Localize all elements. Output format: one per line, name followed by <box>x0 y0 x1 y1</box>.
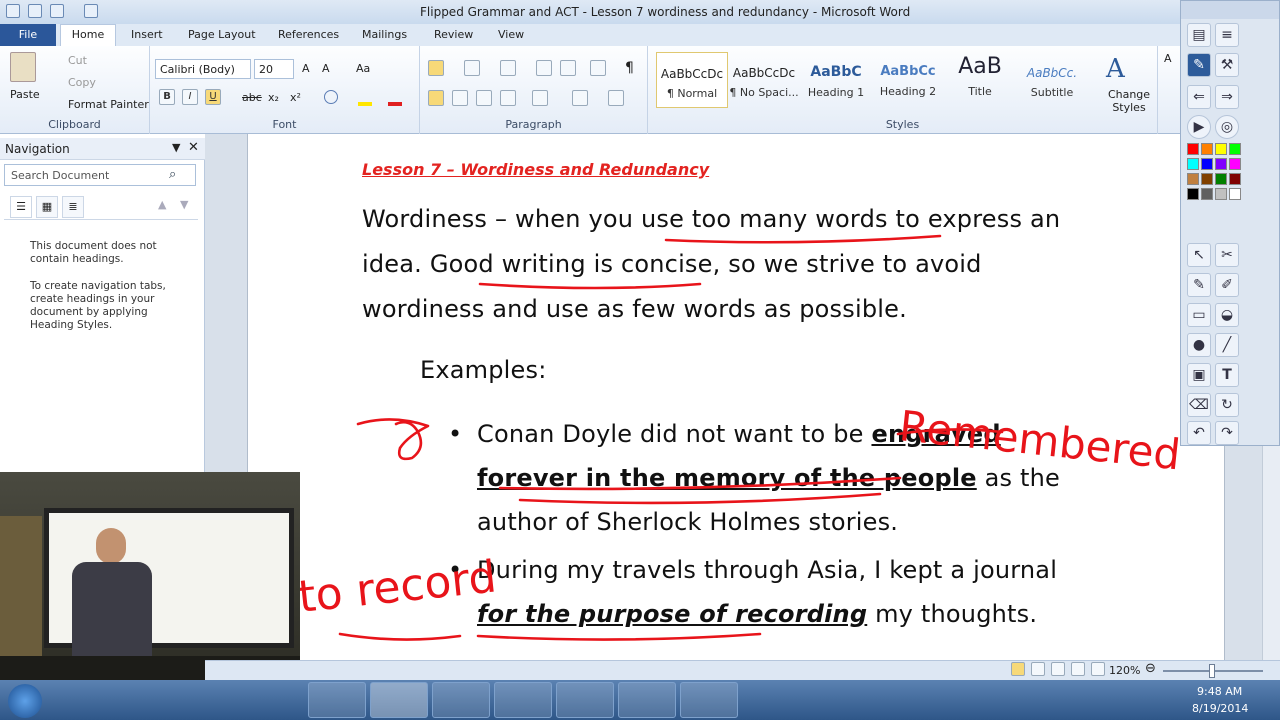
draft-icon[interactable] <box>1091 662 1105 676</box>
color-blue[interactable] <box>1201 158 1213 170</box>
strike-memory-line <box>498 476 902 491</box>
taskbar: 9:48 AM 8/19/2014 <box>0 680 1280 720</box>
palette-titlebar <box>1181 1 1279 19</box>
clapper-icon[interactable]: ▣ <box>1187 363 1211 387</box>
color-light-gray[interactable] <box>1215 188 1227 200</box>
underline-too-many-words <box>664 234 942 244</box>
play-icon[interactable]: ▶ <box>1187 115 1211 139</box>
tools-taskbar-icon[interactable] <box>432 682 490 718</box>
text-tool-icon[interactable]: T <box>1215 363 1239 387</box>
color-orange[interactable] <box>1201 143 1213 155</box>
line-icon[interactable]: ╱ <box>1215 333 1239 357</box>
page-icon[interactable]: ▤ <box>1187 23 1211 47</box>
print-layout-icon[interactable] <box>1011 662 1025 676</box>
teacher-head <box>96 528 126 564</box>
gradequick-taskbar-icon[interactable] <box>556 682 614 718</box>
eraser-icon[interactable]: ▭ <box>1187 303 1211 327</box>
status-bar: 120% ⊖ <box>205 660 1280 680</box>
word-taskbar-icon[interactable] <box>370 682 428 718</box>
notes-icon[interactable]: ≡ <box>1215 23 1239 47</box>
explorer-taskbar-icon[interactable] <box>308 682 366 718</box>
color-cyan[interactable] <box>1187 158 1199 170</box>
color-red[interactable] <box>1187 143 1199 155</box>
pen-tools-palette: ▤ ≡ ✎ ⚒ ⇐ ⇒ ▶ ◎ ↖ ✂ ✎ ✐ ▭ ◒ ● ╱ ▣ T ⌫ ↻ … <box>1180 0 1280 446</box>
start-button[interactable] <box>8 684 42 718</box>
underline-people <box>518 492 882 505</box>
color-dark-gray[interactable] <box>1201 188 1213 200</box>
search-document-field[interactable]: Search Document ⌕ <box>4 164 196 186</box>
color-yellow[interactable] <box>1215 143 1227 155</box>
clock-time[interactable]: 9:48 AM <box>1197 685 1242 698</box>
outline-icon[interactable] <box>1071 662 1085 676</box>
marker-icon[interactable]: ✐ <box>1215 273 1239 297</box>
redo-ink-icon[interactable]: ↷ <box>1215 421 1239 445</box>
underline-good-writing <box>478 282 702 290</box>
ink-remembered: Remembered <box>897 401 1183 479</box>
refresh-icon[interactable]: ↻ <box>1215 393 1239 417</box>
color-brown[interactable] <box>1201 173 1213 185</box>
fill-icon[interactable]: ◒ <box>1215 303 1239 327</box>
zoom-level[interactable]: 120% <box>1109 664 1140 677</box>
color-purple[interactable] <box>1215 158 1227 170</box>
search-icon[interactable]: ⌕ <box>169 167 176 182</box>
undo-ink-icon[interactable]: ↶ <box>1187 421 1211 445</box>
color-dark-green[interactable] <box>1215 173 1227 185</box>
forward-icon[interactable]: ⇒ <box>1215 85 1239 109</box>
ink-to-record: to record <box>296 551 499 622</box>
ie-taskbar-icon[interactable] <box>58 682 116 718</box>
color-black[interactable] <box>1187 188 1199 200</box>
select-icon[interactable]: ↖ <box>1187 243 1211 267</box>
browse-results-icon[interactable]: ≣ <box>62 196 84 218</box>
back-icon[interactable]: ⇐ <box>1187 85 1211 109</box>
pen-icon[interactable]: ✎ <box>1187 273 1211 297</box>
bulletin-board <box>0 516 42 656</box>
search-placeholder: Search Document <box>11 169 110 182</box>
board-taskbar-icon[interactable] <box>618 682 676 718</box>
globe-icon[interactable]: ◎ <box>1215 115 1239 139</box>
zoom-out-icon[interactable]: ⊖ <box>1145 661 1156 676</box>
color-tan[interactable] <box>1187 173 1199 185</box>
color-magenta[interactable] <box>1229 158 1241 170</box>
next-icon[interactable]: ▼ <box>180 198 188 211</box>
camera-taskbar-icon[interactable] <box>680 682 738 718</box>
previous-icon[interactable]: ▲ <box>158 198 166 211</box>
clock-date[interactable]: 8/19/2014 <box>1192 702 1248 715</box>
browse-headings-icon[interactable]: ☰ <box>10 196 32 218</box>
zoom-slider-thumb[interactable] <box>1209 664 1215 678</box>
web-layout-icon[interactable] <box>1051 662 1065 676</box>
create-headings-help: To create navigation tabs, create headin… <box>30 280 166 331</box>
color-white[interactable] <box>1229 188 1241 200</box>
navigation-pane: Navigation ▼ ✕ Search Document ⌕ ☰ ▦ ≣ ▲… <box>0 138 205 474</box>
color-green[interactable] <box>1229 143 1241 155</box>
close-icon[interactable]: ✕ <box>188 140 199 155</box>
navigation-tabs: ☰ ▦ ≣ ▲ ▼ <box>4 194 198 220</box>
clear-icon[interactable]: ⌫ <box>1187 393 1211 417</box>
shape-icon[interactable]: ● <box>1187 333 1211 357</box>
full-screen-icon[interactable] <box>1031 662 1045 676</box>
pen-mode-icon[interactable]: ✎ <box>1187 53 1211 77</box>
chevron-down-icon[interactable]: ▼ <box>172 141 180 154</box>
outlook-taskbar-icon[interactable] <box>494 682 552 718</box>
navigation-header: Navigation ▼ ✕ <box>0 138 205 160</box>
underline-purpose <box>476 632 762 641</box>
fix-icon[interactable]: ✂ <box>1215 243 1239 267</box>
navigation-title: Navigation <box>5 142 70 156</box>
color-maroon[interactable] <box>1229 173 1241 185</box>
ampersand-mark <box>356 418 430 461</box>
underline-to-record <box>338 632 462 641</box>
tools-icon[interactable]: ⚒ <box>1215 53 1239 77</box>
browse-pages-icon[interactable]: ▦ <box>36 196 58 218</box>
no-headings-message: This document does not contain headings. <box>30 240 157 265</box>
